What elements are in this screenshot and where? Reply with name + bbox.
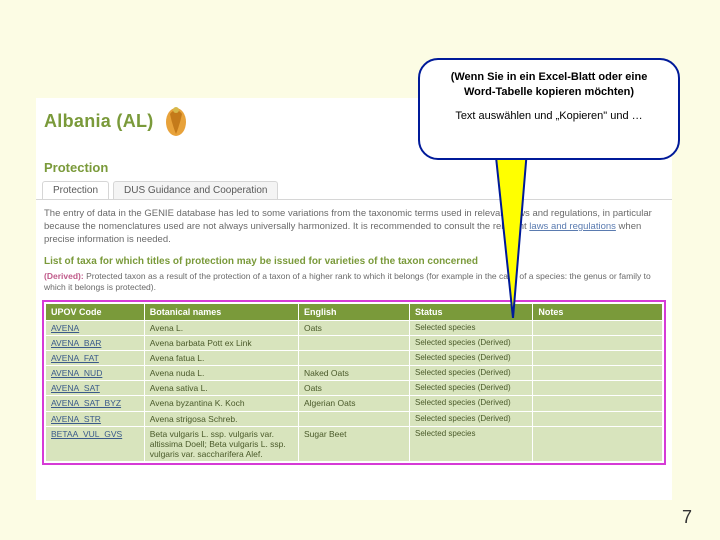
callout-bold-line2: Word-Tabelle kopieren möchten)	[432, 85, 666, 100]
table-row: AVENA_SAT_BYZAvena byzantina K. KochAlge…	[46, 396, 663, 411]
cell-notes	[533, 381, 663, 396]
callout-bold-line1: (Wenn Sie in ein Excel-Blatt oder eine	[432, 70, 666, 85]
cell-english: Naked Oats	[298, 366, 409, 381]
cell-upov-code[interactable]: AVENA_SAT_BYZ	[46, 396, 145, 411]
cell-status: Selected species (Derived)	[410, 396, 533, 411]
cell-status: Selected species (Derived)	[410, 366, 533, 381]
cell-notes	[533, 335, 663, 350]
instruction-callout: (Wenn Sie in ein Excel-Blatt oder eine W…	[418, 58, 680, 160]
col-upov-code: UPOV Code	[46, 303, 145, 320]
derived-label: (Derived):	[44, 271, 84, 281]
cell-english	[298, 350, 409, 365]
cell-notes	[533, 366, 663, 381]
cell-english: Oats	[298, 320, 409, 335]
taxa-table-highlight: UPOV Code Botanical names English Status…	[42, 300, 666, 466]
col-notes: Notes	[533, 303, 663, 320]
list-heading: List of taxa for which titles of protect…	[36, 246, 672, 271]
cell-upov-code[interactable]: AVENA_BAR	[46, 335, 145, 350]
cell-upov-code[interactable]: AVENA_NUD	[46, 366, 145, 381]
cell-notes	[533, 411, 663, 426]
table-row: AVENAAvena L.OatsSelected species	[46, 320, 663, 335]
cell-notes	[533, 350, 663, 365]
cell-botanical: Avena barbata Pott ex Link	[144, 335, 298, 350]
tab-bar: Protection DUS Guidance and Cooperation	[36, 177, 672, 200]
table-row: AVENA_SATAvena sativa L.OatsSelected spe…	[46, 381, 663, 396]
page-number: 7	[682, 507, 692, 528]
taxa-table: UPOV Code Botanical names English Status…	[45, 303, 663, 463]
col-botanical: Botanical names	[144, 303, 298, 320]
cell-english: Oats	[298, 381, 409, 396]
cell-botanical: Avena strigosa Schreb.	[144, 411, 298, 426]
cell-botanical: Avena nuda L.	[144, 366, 298, 381]
cell-english	[298, 335, 409, 350]
col-english: English	[298, 303, 409, 320]
cell-upov-code[interactable]: AVENA_SAT	[46, 381, 145, 396]
intro-paragraph: The entry of data in the GENIE database …	[36, 200, 672, 246]
cell-status: Selected species (Derived)	[410, 335, 533, 350]
callout-pointer-icon	[486, 138, 536, 318]
cell-english	[298, 411, 409, 426]
table-row: AVENA_STRAvena strigosa Schreb. Selected …	[46, 411, 663, 426]
cell-status: Selected species (Derived)	[410, 411, 533, 426]
laws-regulations-link[interactable]: laws and regulations	[529, 221, 616, 232]
derived-note: (Derived): Protected taxon as a result o…	[36, 271, 672, 299]
table-row: AVENA_BARAvena barbata Pott ex Link Selec…	[46, 335, 663, 350]
cell-botanical: Beta vulgaris L. ssp. vulgaris var. alti…	[144, 426, 298, 462]
table-row: AVENA_FATAvena fatua L. Selected species …	[46, 350, 663, 365]
cell-upov-code[interactable]: AVENA_STR	[46, 411, 145, 426]
cell-notes	[533, 396, 663, 411]
cell-upov-code[interactable]: AVENA	[46, 320, 145, 335]
table-row: BETAA_VUL_GVSBeta vulgaris L. ssp. vulga…	[46, 426, 663, 462]
tab-dus-guidance[interactable]: DUS Guidance and Cooperation	[113, 181, 278, 199]
cell-botanical: Avena fatua L.	[144, 350, 298, 365]
coat-of-arms-icon	[164, 104, 188, 138]
country-title: Albania (AL)	[44, 111, 154, 132]
cell-status: Selected species (Derived)	[410, 381, 533, 396]
cell-upov-code[interactable]: AVENA_FAT	[46, 350, 145, 365]
cell-status: Selected species	[410, 320, 533, 335]
cell-status: Selected species	[410, 426, 533, 462]
tab-protection[interactable]: Protection	[42, 181, 109, 199]
cell-botanical: Avena byzantina K. Koch	[144, 396, 298, 411]
cell-status: Selected species (Derived)	[410, 350, 533, 365]
table-header-row: UPOV Code Botanical names English Status…	[46, 303, 663, 320]
cell-upov-code[interactable]: BETAA_VUL_GVS	[46, 426, 145, 462]
callout-sub: Text auswählen und „Kopieren" und …	[432, 110, 666, 122]
cell-botanical: Avena sativa L.	[144, 381, 298, 396]
cell-notes	[533, 320, 663, 335]
cell-botanical: Avena L.	[144, 320, 298, 335]
cell-english: Algerian Oats	[298, 396, 409, 411]
derived-text: Protected taxon as a result of the prote…	[44, 271, 651, 292]
cell-notes	[533, 426, 663, 462]
table-row: AVENA_NUDAvena nuda L.Naked OatsSelected…	[46, 366, 663, 381]
cell-english: Sugar Beet	[298, 426, 409, 462]
